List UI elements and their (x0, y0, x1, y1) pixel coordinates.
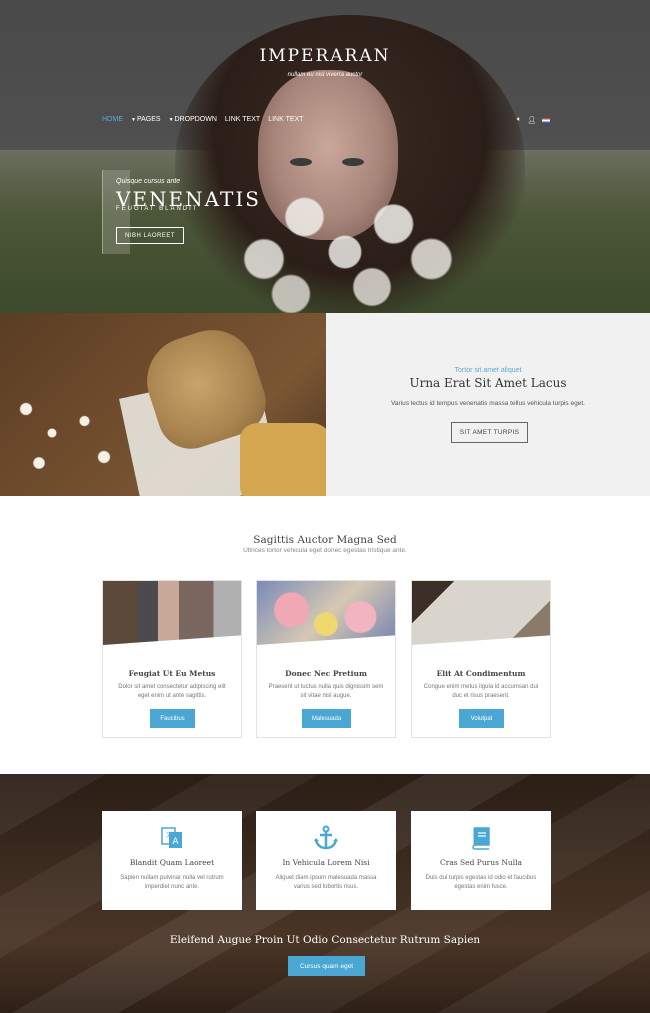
caret-down-icon: ▼ (131, 117, 136, 123)
section-title: Sagittis Auctor Magna Sed (253, 534, 397, 546)
nav-item-pages-label: PAGES (136, 116, 161, 123)
hero-subtitle: FEUGIAT BLANDIT (116, 206, 199, 212)
feature-text-panel: Tortor sit amet aliquet Urna Erat Sit Am… (326, 313, 650, 496)
service-card-title: In Vehicula Lorem Nisi (282, 858, 370, 867)
card-description: Dolor sit amet consectetur adipiscing el… (118, 684, 226, 699)
nav-item-pages[interactable]: ▼PAGES (131, 116, 161, 123)
book-icon (411, 825, 551, 851)
card-1: Feugiat Ut Eu Metus Dolor sit amet conse… (102, 580, 242, 738)
service-card-description: Duis dui turpis egestas id odio et fauci… (425, 875, 537, 890)
section-subtitle: Ultrices tortor vehicula eget donec eges… (243, 547, 407, 554)
nav-item-link-text-2[interactable]: LINK TEXT (268, 116, 303, 123)
feature-image (0, 313, 326, 496)
volume-icon[interactable]: 🔈︎ (517, 116, 521, 124)
card-image (257, 581, 395, 653)
card-title: Elit At Condimentum (436, 669, 526, 678)
nav-item-dropdown[interactable]: ▼DROPDOWN (169, 116, 217, 123)
svg-text:A: A (172, 837, 179, 847)
hero-image-eye-left (290, 158, 312, 166)
feature-image-flowers (0, 373, 130, 493)
card-image (412, 581, 550, 653)
nav-item-home[interactable]: HOME (102, 116, 123, 123)
feature-image-sponge (240, 423, 326, 496)
anchor-icon (256, 825, 396, 851)
user-plus-icon[interactable]: 👤︎ (527, 116, 536, 124)
hero-image-eye-right (342, 158, 364, 166)
feature-kicker: Tortor sit amet aliquet (454, 367, 522, 374)
translate-icon: A 文 (102, 825, 242, 851)
card-title: Donec Nec Pretium (285, 669, 367, 678)
service-card-description: Aliquet diam ipsum malesuada massa variu… (275, 875, 377, 890)
hero-button[interactable]: NIBH LAOREET (116, 227, 184, 244)
card-button[interactable]: Faucibus (150, 709, 195, 728)
service-card-description: Sapien nullam pulvinar nulla vel rutrum … (120, 875, 224, 890)
cta-button[interactable]: Cursus quam eget (288, 956, 365, 976)
site-tagline: nullam eu nisl viverra auctor (287, 72, 363, 78)
service-card-1: A 文 Blandit Quam Laoreet Sapien nullam p… (102, 811, 242, 910)
feature-title: Urna Erat Sit Amet Lacus (409, 376, 567, 390)
card-image (103, 581, 241, 653)
flag-us-icon[interactable] (542, 117, 551, 123)
card-3: Elit At Condimentum Congue enim metus li… (411, 580, 551, 738)
card-title: Feugiat Ut Eu Metus (128, 669, 216, 678)
cta-title: Eleifend Augue Proin Ut Odio Consectetur… (169, 934, 481, 946)
card-description: Congue enim metus ligula id accumsan dui… (423, 684, 539, 699)
feature-button[interactable]: SIT AMET TURPIS (451, 422, 528, 443)
card-button[interactable]: Volutpat (459, 709, 504, 728)
caret-down-icon: ▼ (168, 117, 174, 123)
nav-item-link-text-1[interactable]: LINK TEXT (225, 116, 260, 123)
nav-item-dropdown-label: DROPDOWN (174, 116, 217, 123)
service-card-2: In Vehicula Lorem Nisi Aliquet diam ipsu… (256, 811, 396, 910)
hero-kicker: Quisque cursus ante (116, 178, 181, 185)
service-card-3: Cras Sed Purus Nulla Duis dui turpis ege… (411, 811, 551, 910)
main-nav: HOME ▼PAGES ▼DROPDOWN LINK TEXT LINK TEX… (102, 116, 303, 123)
service-card-title: Blandit Quam Laoreet (129, 858, 215, 867)
card-description: Praesent ut luctus nulla quis dignissim … (268, 684, 384, 699)
site-logo[interactable]: IMPERARAN (0, 46, 650, 66)
header-icons: 🔈︎ 👤︎ (517, 116, 551, 124)
card-button[interactable]: Malesuada (302, 709, 351, 728)
svg-text:文: 文 (166, 831, 172, 839)
feature-description: Varius lectus id tempus venenatis massa … (391, 400, 585, 407)
card-2: Donec Nec Pretium Praesent ut luctus nul… (256, 580, 396, 738)
service-card-title: Cras Sed Purus Nulla (440, 858, 522, 867)
